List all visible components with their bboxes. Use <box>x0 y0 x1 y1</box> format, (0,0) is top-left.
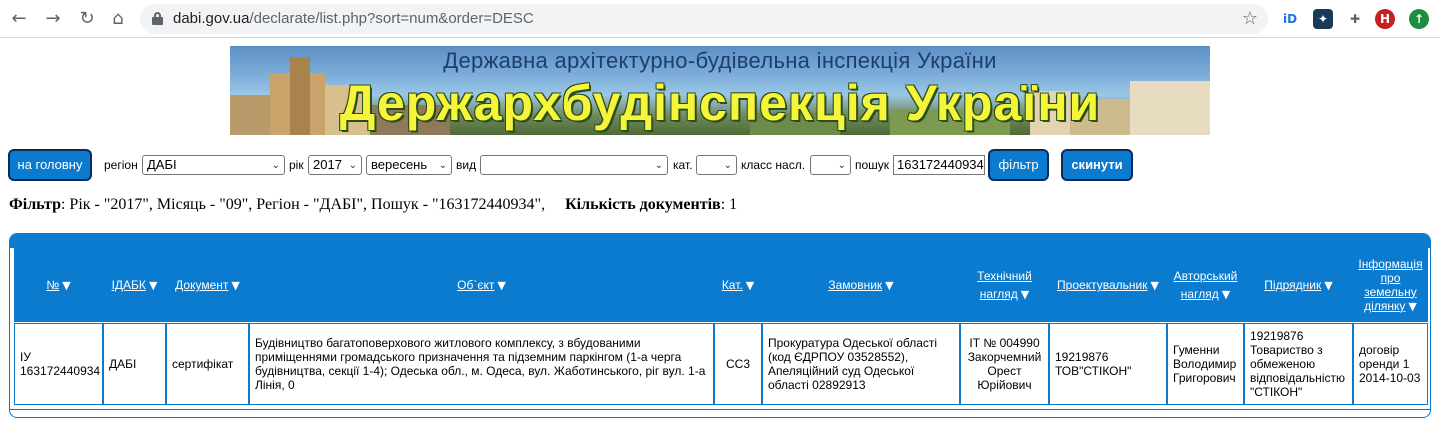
col-header-designer[interactable]: Проектувальник ▼ <box>1049 248 1167 322</box>
home-button[interactable]: на головну <box>8 149 92 181</box>
extension-runner-icon[interactable]: ✦ <box>1313 9 1333 29</box>
address-bar[interactable]: dabi.gov.ua/declarate/list.php?sort=num&… <box>140 4 1268 34</box>
year-label: рік <box>289 158 304 172</box>
col-header-idabk[interactable]: ІДАБК ▼ <box>103 248 166 322</box>
col-header-land-info[interactable]: Інформація про земельну ділянку ▼ <box>1353 248 1428 322</box>
url-text[interactable]: dabi.gov.ua/declarate/list.php?sort=num&… <box>173 10 534 27</box>
banner-subtitle: Державна архітектурно-будівельна інспекц… <box>443 48 997 73</box>
col-header-category[interactable]: Кат. ▼ <box>714 248 762 322</box>
filter-summary-text: : Рік - "2017", Місяць - "09", Регіон - … <box>60 196 546 213</box>
sort-desc-triangle-icon: ▼ <box>1150 278 1159 292</box>
home-icon[interactable]: ⌂ <box>107 8 129 30</box>
table-cell-category: СС3 <box>714 323 762 405</box>
sort-link-author-supervision[interactable]: Авторський <box>1174 269 1238 283</box>
sort-link-idabk[interactable]: ІДАБК <box>112 278 146 292</box>
sort-link-customer[interactable]: Замовник <box>828 278 882 292</box>
filter-button[interactable]: фільтр <box>988 149 1049 181</box>
sort-desc-triangle-icon: ▼ <box>148 278 158 292</box>
table-cell-customer: Прокуратура Одеської області (код ЄДРПОУ… <box>762 323 960 405</box>
category-select[interactable]: ⌄ <box>696 155 737 175</box>
col-header-num[interactable]: № ▼ <box>14 248 103 322</box>
table-cell-contractor: 19219876 Товариство з обмеженою відповід… <box>1244 323 1353 405</box>
doc-count-value: : 1 <box>720 196 738 213</box>
sort-link-land-info-2[interactable]: про <box>1381 271 1401 285</box>
reset-button[interactable]: скинути <box>1061 149 1133 181</box>
update-icon[interactable]: ↑ <box>1409 9 1429 29</box>
sort-desc-triangle-icon: ▼ <box>1408 299 1417 313</box>
sort-link-land-info-3[interactable]: земельну <box>1364 285 1416 299</box>
chevron-down-icon: ⌄ <box>348 160 357 171</box>
filter-summary: Фільтр: Рік - "2017", Місяць - "09", Рег… <box>9 196 737 214</box>
col-header-object[interactable]: Об`єкт ▼ <box>249 248 714 322</box>
year-select[interactable]: 2017 ⌄ <box>308 155 362 175</box>
month-select[interactable]: вересень ⌄ <box>366 155 452 175</box>
sort-link-land-info-4[interactable]: ділянку <box>1364 299 1405 313</box>
sort-link-category[interactable]: Кат. <box>722 278 743 292</box>
type-label: вид <box>456 158 477 172</box>
sort-desc-triangle-icon: ▼ <box>1020 288 1030 301</box>
sort-link-contractor[interactable]: Підрядник <box>1264 278 1321 292</box>
table-cell-document: сертифікат <box>166 323 249 405</box>
chevron-down-icon: ⌄ <box>271 160 280 171</box>
extension-id-icon[interactable]: iD <box>1280 9 1300 29</box>
table-cell-designer: 19219876 ТОВ"СТІКОН" <box>1049 323 1167 405</box>
browser-toolbar: ← → ↻ ⌂ dabi.gov.ua/declarate/list.php?s… <box>0 0 1440 38</box>
col-header-author-supervision[interactable]: Авторський нагляд ▼ <box>1167 248 1244 322</box>
region-select[interactable]: ДАБІ ⌄ <box>142 155 285 175</box>
puzzle-icon[interactable]: ✚ <box>1345 9 1365 29</box>
site-banner: Державна архітектурно-будівельна інспекц… <box>230 46 1210 135</box>
sort-desc-triangle-icon: ▼ <box>62 278 71 292</box>
sort-desc-triangle-icon: ▼ <box>885 278 894 292</box>
back-arrow-icon[interactable]: ← <box>8 8 30 30</box>
class-label: класс насл. <box>741 158 806 172</box>
filter-summary-label: Фільтр <box>9 196 61 213</box>
col-header-document[interactable]: Документ ▼ <box>166 248 249 322</box>
table-cell-land-info: договір оренди 1 2014-10-03 <box>1353 323 1428 405</box>
sort-link-document[interactable]: Документ <box>175 278 228 292</box>
doc-count-label: Кількість документів <box>565 196 721 213</box>
chevron-down-icon: ⌄ <box>438 160 447 171</box>
sort-link-tech-supervision-2[interactable]: нагляд <box>980 287 1018 301</box>
search-input[interactable]: 163172440934 <box>893 155 985 175</box>
col-header-contractor[interactable]: Підрядник ▼ <box>1244 248 1353 322</box>
col-header-customer[interactable]: Замовник ▼ <box>762 248 960 322</box>
table-cell-idabk: ДАБІ <box>103 323 166 405</box>
lock-icon <box>152 12 163 25</box>
sort-desc-triangle-icon: ▼ <box>1221 288 1231 301</box>
chevron-down-icon: ⌄ <box>654 160 663 171</box>
sort-link-author-supervision-2[interactable]: нагляд <box>1181 287 1219 301</box>
region-label: регіон <box>104 158 138 172</box>
class-select[interactable]: ⌄ <box>810 155 851 175</box>
table-cell-num: ІУ 163172440934 <box>14 323 103 405</box>
table-cell-author-supervision: Гуменни Володимир Григорович <box>1167 323 1244 405</box>
chevron-down-icon: ⌄ <box>837 160 846 171</box>
reload-icon[interactable]: ↻ <box>76 8 98 30</box>
chevron-down-icon: ⌄ <box>723 160 732 171</box>
sort-link-num[interactable]: № <box>46 278 59 292</box>
bookmark-star-icon[interactable]: ☆ <box>1242 8 1258 29</box>
table-cell-tech-supervision: ІТ № 004990 Закорчемний Орест Юрійович <box>960 323 1049 405</box>
col-header-tech-supervision[interactable]: Технічний нагляд ▼ <box>960 248 1049 322</box>
category-label: кат. <box>673 158 693 172</box>
sort-link-object[interactable]: Об`єкт <box>457 278 494 292</box>
documents-table: № ▼ ІДАБК ▼ Документ ▼ Об`єкт ▼ Кат. ▼ Замовн… <box>9 233 1431 418</box>
type-select[interactable]: ⌄ <box>480 155 668 175</box>
forward-arrow-icon[interactable]: → <box>42 8 64 30</box>
sort-link-land-info[interactable]: Інформація <box>1358 257 1422 271</box>
sort-desc-triangle-icon: ▼ <box>231 278 240 292</box>
sort-link-tech-supervision[interactable]: Технічний <box>977 269 1032 283</box>
profile-avatar[interactable]: H <box>1375 9 1395 29</box>
sort-desc-triangle-icon: ▼ <box>1324 278 1333 292</box>
sort-desc-triangle-icon: ▼ <box>745 278 755 292</box>
sort-desc-triangle-icon: ▼ <box>497 278 506 292</box>
table-cell-object: Будівництво багатоповерхового житлового … <box>249 323 714 405</box>
sort-link-designer[interactable]: Проектувальник <box>1057 278 1147 292</box>
banner-title: Держархбудінспекція України <box>339 75 1101 131</box>
search-label: пошук <box>855 158 890 172</box>
